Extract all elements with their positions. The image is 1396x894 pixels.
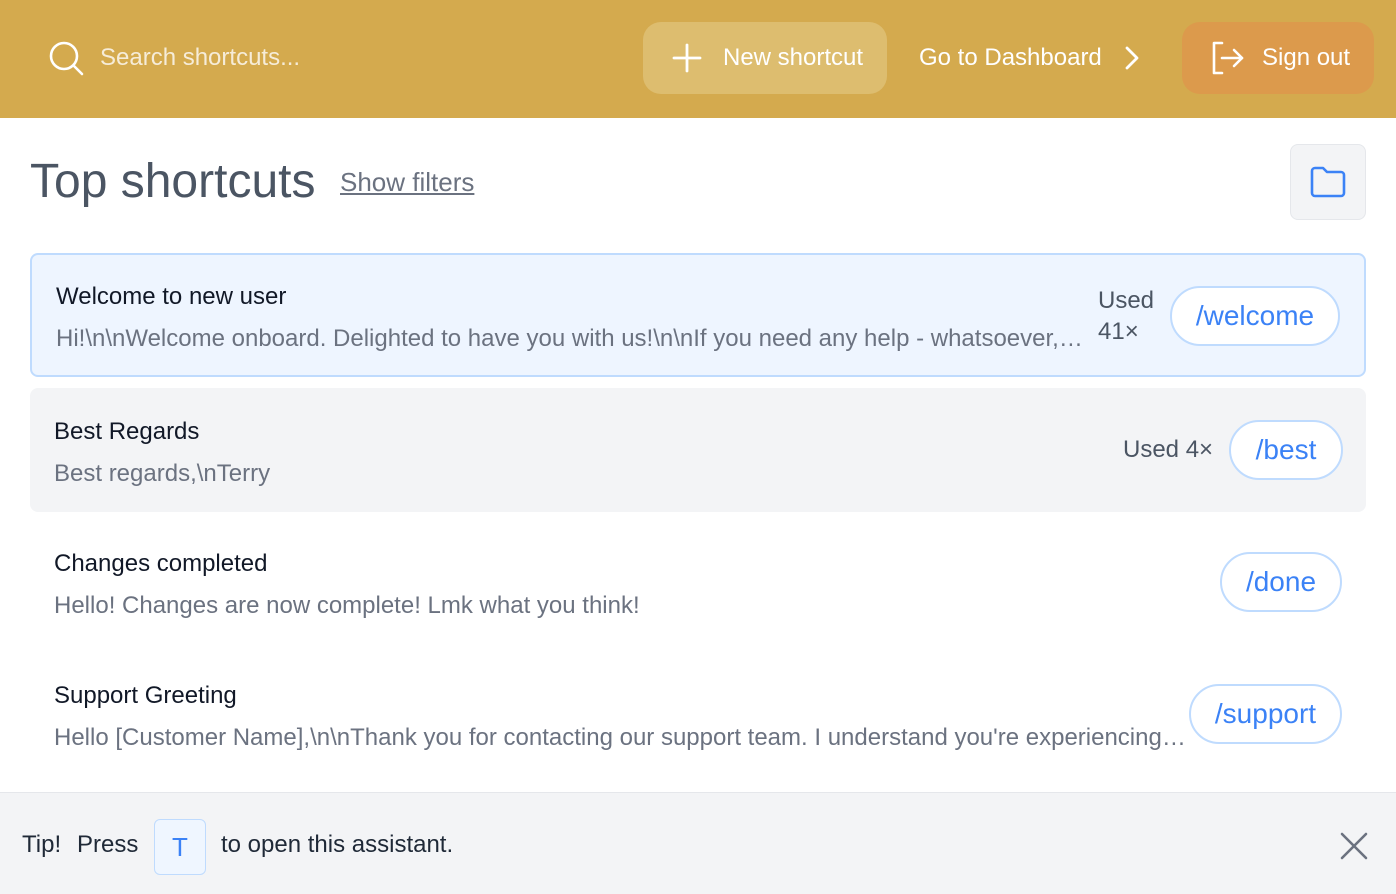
go-to-dashboard-button[interactable]: Go to Dashboard [919, 22, 1142, 94]
tip-bar: Tip! Press T to open this assistant. [0, 792, 1396, 894]
sign-out-label: Sign out [1262, 44, 1351, 71]
shortcut-title: Welcome to new user [56, 283, 287, 310]
folder-icon [1310, 166, 1346, 198]
usage-count: Used 41× [1098, 285, 1154, 347]
shortcut-title: Changes completed [54, 550, 268, 577]
show-filters-link[interactable]: Show filters [340, 164, 474, 200]
shortcut-description: Hi!\n\nWelcome onboard. Delighted to hav… [56, 325, 1084, 352]
go-to-dashboard-label: Go to Dashboard [919, 44, 1102, 71]
shortcut-row-support[interactable]: Support Greeting Hello [Customer Name],\… [30, 652, 1366, 776]
sign-out-icon [1212, 41, 1244, 75]
page-title: Top shortcuts [30, 155, 316, 208]
shortcut-command-badge[interactable]: /done [1220, 552, 1342, 612]
new-shortcut-button[interactable]: New shortcut [643, 22, 887, 94]
tip-press-text: Press [77, 831, 139, 858]
shortcut-description: Hello [Customer Name],\n\nThank you for … [54, 724, 1186, 751]
usage-value: 41× [1098, 318, 1139, 345]
keyboard-key-badge: T [154, 819, 206, 875]
chevron-right-icon [1125, 46, 1139, 70]
usage-count: Used 4× [1123, 436, 1214, 463]
plus-icon [672, 43, 702, 73]
shortcut-title: Support Greeting [54, 682, 237, 709]
folder-button[interactable] [1290, 144, 1366, 220]
shortcut-description: Best regards,\nTerry [54, 460, 271, 487]
shortcut-command-badge[interactable]: /welcome [1170, 286, 1340, 346]
shortcut-description: Hello! Changes are now complete! Lmk wha… [54, 592, 640, 619]
top-bar: New shortcut Go to Dashboard Sign out [0, 0, 1396, 118]
usage-label: Used [1098, 287, 1155, 314]
close-icon[interactable] [1336, 828, 1372, 864]
sign-out-button[interactable]: Sign out [1182, 22, 1374, 94]
shortcut-row-best[interactable]: Best Regards Best regards,\nTerry Used 4… [30, 388, 1366, 512]
search-input[interactable] [100, 36, 600, 80]
search-icon [49, 41, 84, 76]
new-shortcut-label: New shortcut [723, 44, 864, 71]
shortcut-row-welcome[interactable]: Welcome to new user Hi!\n\nWelcome onboa… [30, 253, 1366, 377]
shortcut-row-done[interactable]: Changes completed Hello! Changes are now… [30, 520, 1366, 644]
shortcut-command-badge[interactable]: /support [1189, 684, 1342, 744]
tip-label: Tip! [22, 831, 62, 858]
shortcut-title: Best Regards [54, 418, 200, 445]
tip-description: to open this assistant. [221, 831, 454, 858]
shortcut-command-badge[interactable]: /best [1229, 420, 1343, 480]
